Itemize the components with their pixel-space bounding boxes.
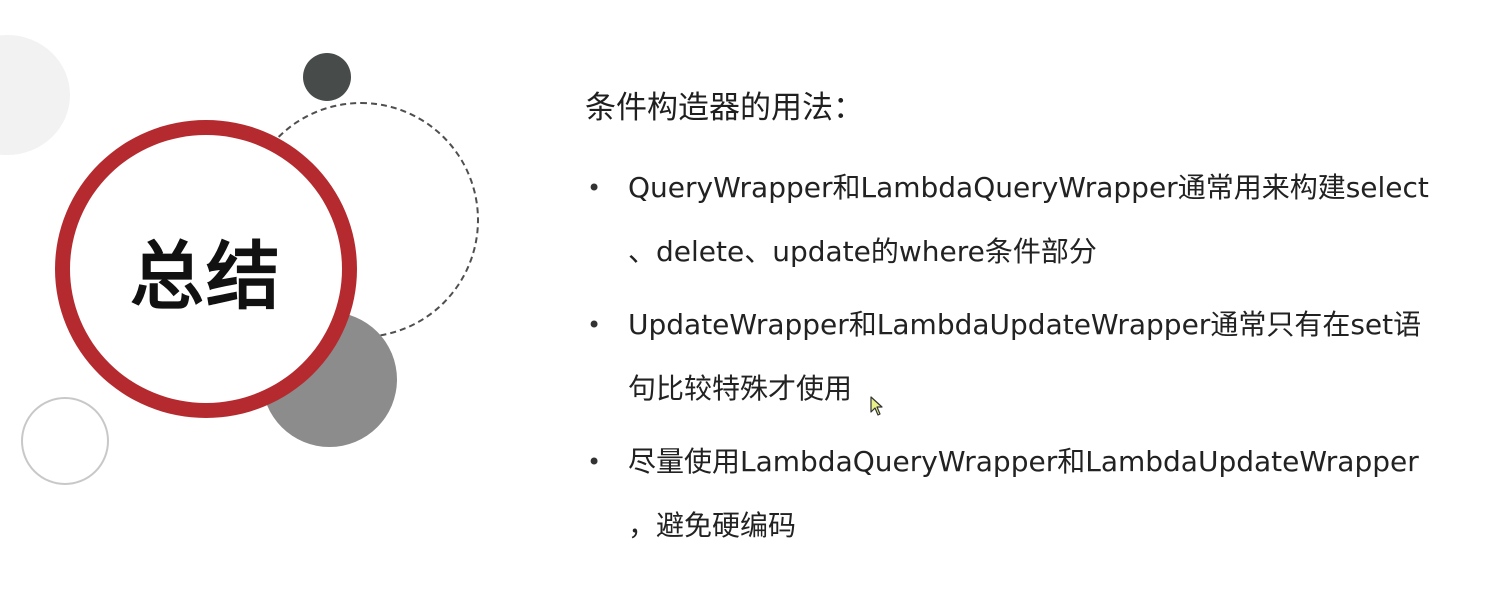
bullet-item: • QueryWrapper和LambdaQueryWrapper通常用来构建s…	[585, 160, 1465, 287]
decorative-outline-circle	[21, 397, 109, 485]
summary-title: 总结	[130, 233, 282, 320]
bullet-text-line: 尽量使用LambdaQueryWrapper和LambdaUpdateWrapp…	[628, 445, 1419, 478]
bullet-text-line: QueryWrapper和LambdaQueryWrapper通常用来构建sel…	[628, 171, 1429, 204]
bullet-dot-icon: •	[587, 311, 602, 339]
slide: 总结 条件构造器的用法： • QueryWrapper和LambdaQueryW…	[0, 0, 1488, 593]
bullet-list: • QueryWrapper和LambdaQueryWrapper通常用来构建s…	[585, 160, 1465, 571]
bullet-text-line: 、delete、update的where条件部分	[628, 235, 1097, 268]
decorative-pale-circle	[0, 35, 70, 155]
bullet-text-line: ，避免硬编码	[628, 509, 797, 542]
bullet-text-line: UpdateWrapper和LambdaUpdateWrapper通常只有在se…	[628, 308, 1422, 341]
bullet-dot-icon: •	[587, 174, 602, 202]
summary-ring: 总结	[55, 120, 357, 418]
bullet-text-line: 句比较特殊才使用	[628, 372, 853, 405]
bullet-item: • 尽量使用LambdaQueryWrapper和LambdaUpdateWra…	[585, 434, 1465, 561]
bullet-item: • UpdateWrapper和LambdaUpdateWrapper通常只有在…	[585, 297, 1465, 424]
section-heading: 条件构造器的用法：	[585, 90, 864, 126]
decorative-dark-circle	[303, 53, 351, 101]
mouse-pointer-icon	[870, 396, 883, 416]
bullet-dot-icon: •	[587, 448, 602, 476]
